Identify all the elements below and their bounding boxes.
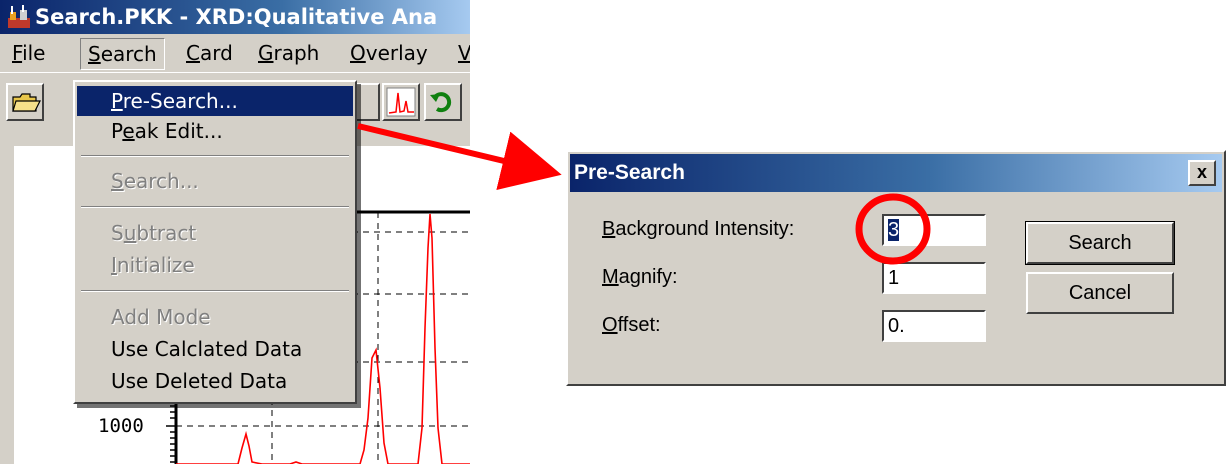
refresh-button[interactable] — [424, 83, 462, 121]
menu-graph[interactable]: Graph — [258, 34, 319, 72]
offset-field[interactable]: 0. — [882, 310, 986, 342]
menu-item-add-mode[interactable]: Add Mode — [77, 302, 353, 332]
close-icon: x — [1196, 162, 1207, 182]
offset-label: Offset: — [602, 314, 661, 336]
menu-file[interactable]: File — [12, 34, 45, 72]
close-button[interactable]: x — [1188, 160, 1216, 186]
app-icon — [6, 4, 32, 30]
dialog-title: Pre-Search — [574, 161, 685, 184]
green-arrow-icon — [430, 92, 452, 113]
menu-bar: File Search Card Graph Overlay V — [0, 34, 470, 72]
magnify-label: Magnify: — [602, 266, 678, 288]
title-bar: Search.PKK - XRD:Qualitative Ana — [0, 0, 470, 34]
pre-search-dialog: Pre-Search x Background Intensity: Magni… — [566, 150, 1226, 386]
window-title: Search.PKK - XRD:Qualitative Ana — [35, 5, 438, 29]
offset-value: 0. — [888, 315, 905, 337]
magnify-value: 1 — [888, 267, 900, 289]
menu-item-use-deleted-data[interactable]: Use Deleted Data — [77, 366, 353, 396]
menu-item-pre-search[interactable]: Pre-Search... — [77, 86, 353, 116]
menu-search[interactable]: Search — [80, 38, 165, 70]
menu-item-search[interactable]: Search... — [77, 166, 353, 196]
graph-view-button[interactable] — [382, 83, 420, 121]
menu-item-use-calclated-data[interactable]: Use Calclated Data — [77, 334, 353, 364]
search-button[interactable]: Search — [1025, 221, 1175, 265]
app-window: Search.PKK - XRD:Qualitative Ana File Se… — [0, 0, 470, 464]
menu-separator — [81, 290, 349, 292]
y-tick-label-1000: 1000 — [98, 415, 144, 437]
magnify-field[interactable]: 1 — [882, 262, 986, 294]
menu-separator — [81, 206, 349, 208]
open-folder-button[interactable] — [6, 83, 44, 121]
cancel-button[interactable]: Cancel — [1026, 272, 1174, 314]
menu-view[interactable]: V — [458, 34, 470, 72]
dialog-title-bar: Pre-Search x — [570, 154, 1222, 192]
menu-item-initialize[interactable]: Initialize — [77, 250, 353, 280]
open-folder-icon — [12, 93, 41, 112]
background-intensity-value: 3 — [888, 219, 900, 241]
menu-item-subtract[interactable]: Subtract — [77, 218, 353, 248]
menu-card[interactable]: Card — [186, 34, 233, 72]
background-intensity-label: Background Intensity: — [602, 218, 795, 240]
spectrum-icon — [386, 87, 416, 117]
background-intensity-field[interactable]: 3 — [882, 214, 986, 246]
menu-overlay[interactable]: Overlay — [350, 34, 428, 72]
search-dropdown-menu: Pre-Search... Peak Edit... Search... Sub… — [73, 80, 357, 404]
menu-item-peak-edit[interactable]: Peak Edit... — [77, 116, 353, 146]
menu-separator — [81, 155, 349, 157]
